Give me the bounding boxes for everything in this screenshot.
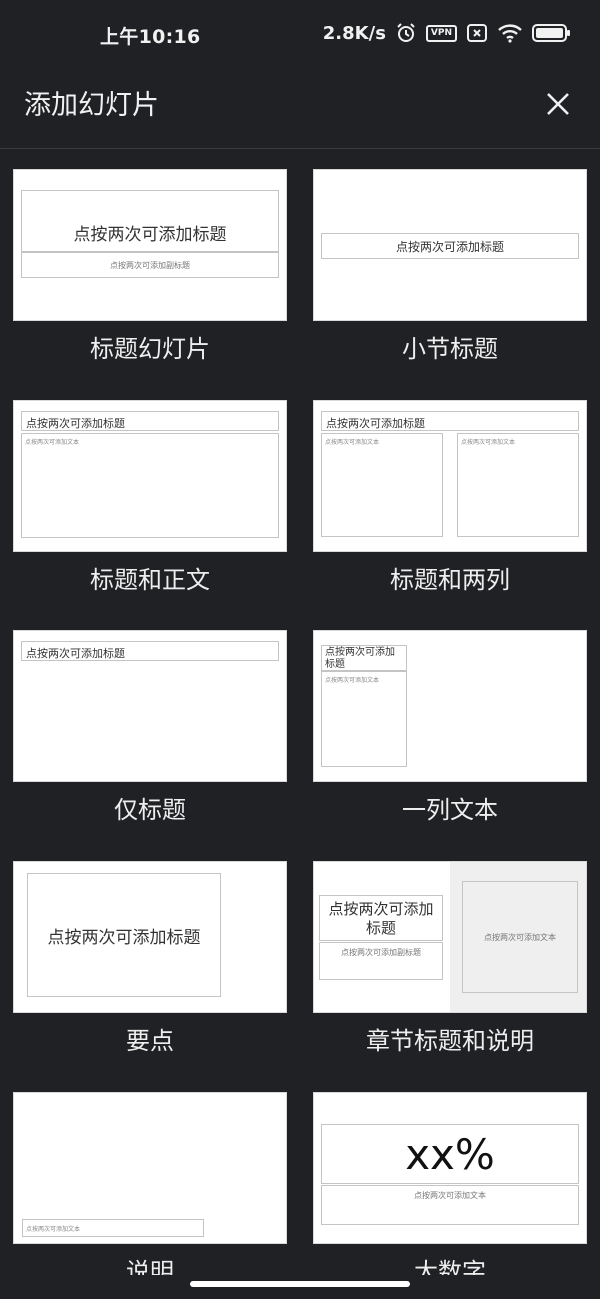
layout-name: 要点 bbox=[126, 1027, 174, 1055]
layout-main-point[interactable]: 点按两次可添加标题 要点 bbox=[13, 861, 287, 1055]
title-placeholder: 点按两次可添加 标题 bbox=[321, 645, 407, 671]
layout-name: 标题幻灯片 bbox=[90, 335, 210, 363]
title-placeholder: 点按两次可添加标题 bbox=[21, 190, 279, 252]
title-line-2: 标题 bbox=[365, 919, 396, 937]
layout-thumbnail: 点按两次可添加标题 点按两次可添加副标题 bbox=[13, 169, 287, 321]
alarm-icon bbox=[395, 22, 417, 44]
wifi-icon bbox=[497, 23, 523, 43]
layout-name: 小节标题 bbox=[402, 335, 498, 363]
layout-thumbnail: 点按两次可添加 标题 点按两次可添加文本 bbox=[313, 630, 587, 782]
subtitle-placeholder: 点按两次可添加副标题 bbox=[319, 942, 443, 980]
home-indicator[interactable] bbox=[190, 1281, 410, 1287]
layout-thumbnail: 点按两次可添加标题 点按两次可添加文本 点按两次可添加文本 bbox=[313, 400, 587, 552]
layout-thumbnail: 点按两次可添加标题 bbox=[13, 630, 287, 782]
layout-section-title-and-description[interactable]: 点按两次可添加 标题 点按两次可添加副标题 点按两次可添加文本 章节标题和说明 bbox=[313, 861, 587, 1055]
status-time: 上午10:16 bbox=[100, 26, 201, 48]
app-bar: 添加幻灯片 bbox=[0, 66, 600, 149]
layout-name: 章节标题和说明 bbox=[366, 1027, 534, 1055]
text-placeholder: 点按两次可添加文本 bbox=[321, 671, 407, 767]
layout-caption[interactable]: 点按两次可添加文本 说明 bbox=[13, 1092, 287, 1275]
title-placeholder: 点按两次可添加标题 bbox=[21, 641, 279, 661]
layout-title-slide[interactable]: 点按两次可添加标题 点按两次可添加副标题 标题幻灯片 bbox=[13, 169, 287, 363]
layout-thumbnail: 点按两次可添加 标题 点按两次可添加副标题 点按两次可添加文本 bbox=[313, 861, 587, 1013]
title-line-2: 标题 bbox=[325, 659, 345, 670]
text-placeholder: 点按两次可添加文本 bbox=[462, 881, 578, 993]
status-icons: 2.8K/s VPN bbox=[323, 22, 572, 44]
layout-big-number[interactable]: xx% 点按两次可添加文本 大数字 bbox=[313, 1092, 587, 1275]
title-line-1: 点按两次可添加 bbox=[328, 900, 434, 918]
layout-thumbnail: 点按两次可添加标题 bbox=[313, 169, 587, 321]
layout-section-header[interactable]: 点按两次可添加标题 小节标题 bbox=[313, 169, 587, 363]
layout-name: 标题和两列 bbox=[390, 566, 510, 594]
title-placeholder: 点按两次可添加标题 bbox=[321, 233, 579, 259]
subtitle-placeholder: 点按两次可添加副标题 bbox=[21, 252, 279, 278]
layout-one-column-text[interactable]: 点按两次可添加 标题 点按两次可添加文本 一列文本 bbox=[313, 630, 587, 824]
network-speed: 2.8K/s bbox=[322, 22, 386, 44]
title-placeholder: 点按两次可添加标题 bbox=[321, 411, 579, 431]
sim-no-service-icon bbox=[466, 23, 488, 43]
close-icon bbox=[547, 93, 569, 115]
layout-title-and-two-columns[interactable]: 点按两次可添加标题 点按两次可添加文本 点按两次可添加文本 标题和两列 bbox=[313, 400, 587, 594]
left-column-placeholder: 点按两次可添加文本 bbox=[321, 433, 443, 537]
layout-grid[interactable]: 点按两次可添加标题 点按两次可添加副标题 标题幻灯片 点按两次可添加标题 小节标… bbox=[0, 150, 600, 1275]
layout-thumbnail: 点按两次可添加文本 bbox=[13, 1092, 287, 1244]
title-placeholder: 点按两次可添加标题 bbox=[27, 873, 221, 997]
layout-thumbnail: 点按两次可添加标题 点按两次可添加文本 bbox=[13, 400, 287, 552]
layout-name: 仅标题 bbox=[114, 796, 186, 824]
layout-name: 大数字 bbox=[414, 1258, 486, 1275]
dialog-title: 添加幻灯片 bbox=[24, 90, 159, 121]
layout-name: 说明 bbox=[126, 1258, 174, 1275]
title-placeholder: 点按两次可添加 标题 bbox=[319, 895, 443, 941]
layout-name: 一列文本 bbox=[402, 796, 498, 824]
layout-name: 标题和正文 bbox=[90, 566, 210, 594]
title-line-1: 点按两次可添加 bbox=[325, 647, 395, 658]
title-placeholder: 点按两次可添加标题 bbox=[21, 411, 279, 431]
close-button[interactable] bbox=[538, 84, 578, 124]
big-number-placeholder: xx% bbox=[321, 1124, 579, 1184]
caption-placeholder: 点按两次可添加文本 bbox=[22, 1219, 204, 1237]
layout-thumbnail: xx% 点按两次可添加文本 bbox=[313, 1092, 587, 1244]
text-placeholder: 点按两次可添加文本 bbox=[321, 1185, 579, 1225]
body-placeholder: 点按两次可添加文本 bbox=[21, 433, 279, 538]
layout-thumbnail: 点按两次可添加标题 bbox=[13, 861, 287, 1013]
right-column-placeholder: 点按两次可添加文本 bbox=[457, 433, 579, 537]
battery-icon bbox=[532, 23, 572, 43]
status-bar: 上午10:16 2.8K/s VPN bbox=[0, 0, 600, 66]
layout-title-only[interactable]: 点按两次可添加标题 仅标题 bbox=[13, 630, 287, 824]
layout-title-and-body[interactable]: 点按两次可添加标题 点按两次可添加文本 标题和正文 bbox=[13, 400, 287, 594]
vpn-icon: VPN bbox=[425, 24, 457, 42]
